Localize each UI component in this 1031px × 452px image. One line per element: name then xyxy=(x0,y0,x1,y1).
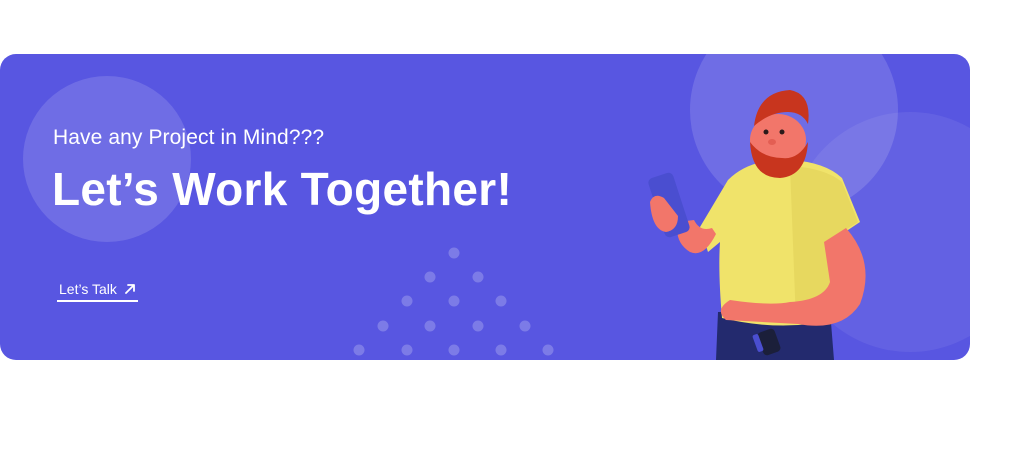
person-with-phone-illustration xyxy=(648,90,866,360)
banner-subtitle: Have any Project in Mind??? xyxy=(53,126,325,149)
lets-talk-link[interactable]: Let’s Talk xyxy=(57,281,138,302)
arrow-up-right-icon xyxy=(124,283,136,295)
lets-talk-label: Let’s Talk xyxy=(59,281,117,297)
decorative-circle xyxy=(23,76,191,242)
banner-title: Let’s Work Together! xyxy=(52,163,513,215)
dot-pattern xyxy=(353,247,554,356)
cta-banner: Have any Project in Mind??? Let’s Work T… xyxy=(0,54,970,360)
